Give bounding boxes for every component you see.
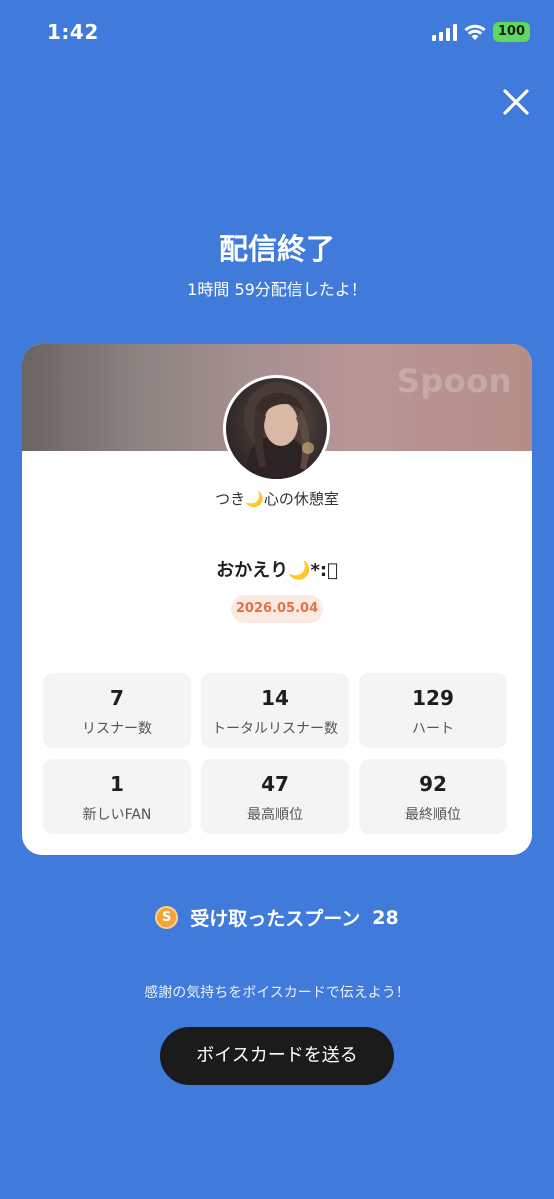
status-time: 1:42 [47, 20, 99, 44]
broadcast-end-screen: 1:42 100 配信終了 1時間 59分配信したよ！ Spoon つき🌙心の休… [0, 0, 554, 1199]
stat-label: 最終順位 [405, 807, 461, 823]
stat-hearts: 129 ハート [359, 673, 507, 748]
stat-listeners: 7 リスナー数 [43, 673, 191, 748]
spoons-received: S 受け取ったスプーン 28 [0, 904, 554, 931]
cast-title: おかえり🌙*:ﾟ [216, 560, 338, 581]
status-indicators: 100 [431, 22, 530, 42]
date-badge: 2026.05.04 [231, 595, 323, 623]
broadcast-summary-card: Spoon つき🌙心の休憩室 おかえり🌙*:ﾟ 2026.05.04 7 リスナ… [22, 344, 532, 855]
thanks-message: 感謝の気持ちをボイスカードで伝えよう！ [144, 985, 410, 1001]
stat-label: トータルリスナー数 [212, 721, 338, 737]
stat-new-fans: 1 新しいFAN [43, 759, 191, 834]
stat-value: 1 [110, 772, 124, 796]
avatar[interactable] [223, 375, 330, 482]
page-title: 配信終了 [218, 232, 335, 266]
close-icon[interactable] [500, 86, 532, 118]
dj-name: つき🌙心の休憩室 [215, 490, 339, 508]
spoons-label: 受け取ったスプーン [190, 908, 361, 930]
broadcast-duration: 1時間 59分配信したよ！ [187, 280, 367, 299]
brand-watermark: Spoon [396, 362, 512, 400]
stat-value: 129 [412, 686, 454, 710]
spoon-coin-icon: S [155, 906, 179, 929]
stat-final-rank: 92 最終順位 [359, 759, 507, 834]
stat-label: 新しいFAN [82, 807, 152, 823]
stat-highest-rank: 47 最高順位 [201, 759, 349, 834]
stat-value: 92 [419, 772, 447, 796]
battery-indicator: 100 [492, 22, 530, 42]
stat-total-listeners: 14 トータルリスナー数 [201, 673, 349, 748]
stat-label: 最高順位 [247, 807, 303, 823]
send-voice-card-button[interactable]: ボイスカードを送る [160, 1027, 394, 1085]
stat-value: 14 [261, 686, 289, 710]
wifi-icon [464, 24, 486, 40]
stat-label: リスナー数 [82, 721, 152, 737]
stat-value: 47 [261, 772, 289, 796]
avatar-portrait-image [244, 382, 314, 479]
spoons-count: 28 [372, 906, 399, 929]
stat-value: 7 [110, 686, 124, 710]
cellular-signal-icon [431, 23, 457, 41]
stat-label: ハート [412, 721, 454, 737]
